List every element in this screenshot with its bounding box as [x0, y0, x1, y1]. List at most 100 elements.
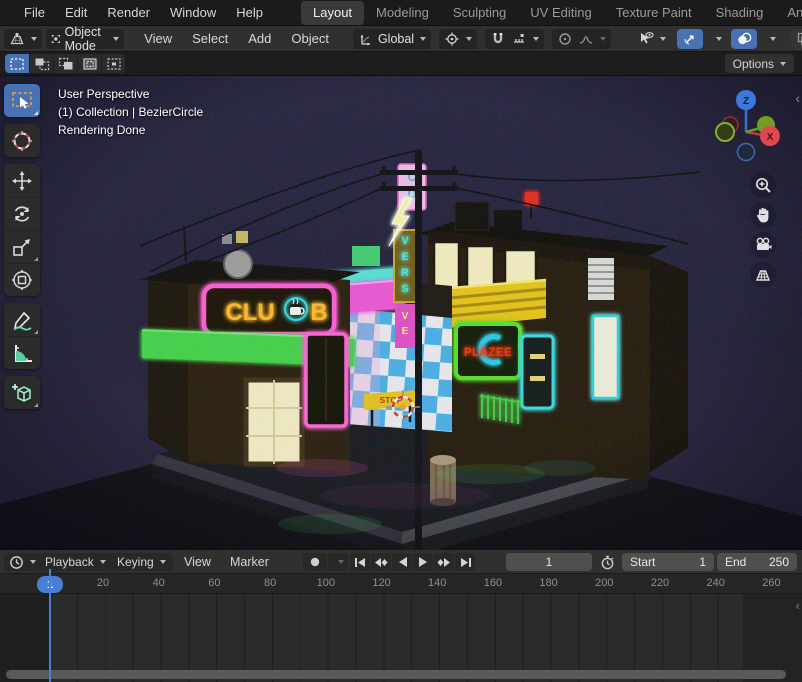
sidebar-collapse-arrow[interactable]: ‹ [795, 90, 800, 106]
tool-transform[interactable] [4, 263, 40, 296]
tool-annotate[interactable] [4, 303, 40, 336]
gizmo-x-label: X [767, 132, 774, 143]
gizmo-icon [682, 31, 698, 47]
tab-animation[interactable]: Animation [775, 1, 802, 25]
proportional-editing-group [552, 29, 611, 49]
current-frame-field[interactable]: 1 [506, 553, 592, 571]
tab-layout[interactable]: Layout [301, 1, 364, 25]
end-label: End [725, 555, 746, 569]
select-subtract-icon [58, 57, 74, 71]
mode-dropdown[interactable]: Object Mode [46, 29, 124, 49]
tool-cursor[interactable] [4, 124, 40, 157]
menu-render[interactable]: Render [97, 0, 160, 25]
show-gizmo-dropdown[interactable] [705, 29, 727, 49]
select-mode-extend-button[interactable] [29, 54, 53, 73]
prev-keyframe-button[interactable] [371, 553, 391, 571]
viewport-3d[interactable]: PLAZEE C O [0, 76, 802, 550]
tab-modeling[interactable]: Modeling [364, 1, 441, 25]
stopwatch-icon [600, 555, 615, 570]
tool-add-cube[interactable] [4, 376, 40, 409]
falloff-curve-icon[interactable] [578, 31, 594, 47]
tool-move[interactable] [4, 164, 40, 197]
timeline-tracks[interactable] [0, 594, 802, 682]
proportional-edit-icon[interactable] [557, 31, 573, 47]
timeline-menu-marker[interactable]: Marker [222, 550, 277, 574]
orientation-global-icon [358, 31, 374, 47]
tool-select-box[interactable] [4, 84, 40, 117]
tab-shading[interactable]: Shading [704, 1, 776, 25]
show-gizmo-toggle[interactable] [677, 29, 703, 49]
select-mode-intersect-button[interactable] [101, 54, 125, 73]
next-keyframe-button[interactable] [434, 553, 454, 571]
play-reverse-button[interactable] [392, 553, 412, 571]
timeline-collapse-arrow[interactable]: ‹ [796, 598, 800, 613]
menu-view[interactable]: View [134, 31, 182, 46]
pivot-point-dropdown[interactable] [439, 29, 477, 49]
tool-measure[interactable] [4, 336, 40, 369]
select-mode-invert-button[interactable] [77, 54, 101, 73]
blender-window: File Edit Render Window Help Layout Mode… [0, 0, 802, 682]
perspective-toggle-button[interactable] [750, 262, 776, 288]
timeline-scrollbar[interactable] [6, 670, 786, 679]
toggle-xray-button[interactable] [791, 29, 802, 49]
end-value: 250 [769, 555, 789, 569]
transform-orientation-dropdown[interactable]: Global [353, 29, 431, 49]
options-label: Options [733, 57, 774, 71]
object-type-visibility-dropdown[interactable] [633, 29, 671, 49]
toolbar [4, 84, 40, 416]
menu-file[interactable]: File [14, 0, 55, 25]
viewport-canvas[interactable]: PLAZEE C O [0, 76, 802, 550]
zoom-button[interactable] [750, 172, 776, 198]
tool-scale[interactable] [4, 230, 40, 263]
show-overlays-toggle[interactable] [731, 29, 757, 49]
tab-texture-paint[interactable]: Texture Paint [604, 1, 704, 25]
snap-group [485, 29, 544, 49]
rotate-tool-icon [11, 203, 33, 225]
jump-to-start-button[interactable] [350, 553, 370, 571]
tool-rotate[interactable] [4, 197, 40, 230]
cursor-tool-icon [10, 129, 34, 153]
pan-button[interactable] [750, 202, 776, 228]
tab-uv-editing[interactable]: UV Editing [518, 1, 603, 25]
frame-start-field[interactable]: Start 1 [622, 553, 714, 571]
snap-increment-icon[interactable] [511, 31, 527, 47]
snap-magnet-icon[interactable] [490, 31, 506, 47]
preview-range-button[interactable] [596, 550, 619, 574]
menu-help[interactable]: Help [226, 0, 273, 25]
keying-dropdown[interactable]: Keying [110, 553, 173, 571]
options-dropdown[interactable]: Options [725, 54, 794, 73]
overlays-icon [736, 31, 752, 47]
camera-icon [754, 236, 772, 254]
menu-edit[interactable]: Edit [55, 0, 97, 25]
play-button[interactable] [413, 553, 433, 571]
select-invert-icon [82, 57, 98, 71]
gizmo-axis-neg-z[interactable] [738, 144, 755, 161]
show-overlays-dropdown[interactable] [759, 29, 781, 49]
playhead-line[interactable] [49, 569, 51, 682]
keying-label: Keying [117, 555, 154, 569]
frame-end-field[interactable]: End 250 [717, 553, 797, 571]
keying-set-dropdown[interactable] [328, 553, 348, 571]
select-mode-new-button[interactable] [5, 54, 29, 73]
menu-object[interactable]: Object [281, 31, 339, 46]
timeline-menu-view[interactable]: View [176, 550, 219, 574]
orientation-label: Global [378, 32, 414, 46]
menu-select[interactable]: Select [182, 31, 238, 46]
timeline-editor-type-button[interactable] [4, 553, 41, 571]
tab-sculpting[interactable]: Sculpting [441, 1, 518, 25]
navigation-gizmo[interactable]: X Z [708, 86, 784, 162]
current-frame-value: 1 [546, 555, 553, 569]
overlay-view-name: User Perspective [58, 85, 203, 103]
ruler-label: 220 [651, 577, 669, 589]
menu-window[interactable]: Window [160, 0, 226, 25]
ruler-label: 140 [428, 577, 446, 589]
jump-to-end-button[interactable] [455, 553, 475, 571]
viewport-header: Object Mode View Select Add Object Globa… [0, 26, 802, 52]
camera-view-button[interactable] [750, 232, 776, 258]
auto-keying-toggle[interactable] [303, 553, 327, 571]
timeline-ruler[interactable]: 20 40 60 80 100 120 140 160 180 200 220 … [0, 574, 802, 594]
editor-type-button[interactable] [4, 29, 42, 49]
menu-add[interactable]: Add [238, 31, 281, 46]
select-mode-subtract-button[interactable] [53, 54, 77, 73]
gizmo-axis-neg-y[interactable] [716, 123, 734, 141]
